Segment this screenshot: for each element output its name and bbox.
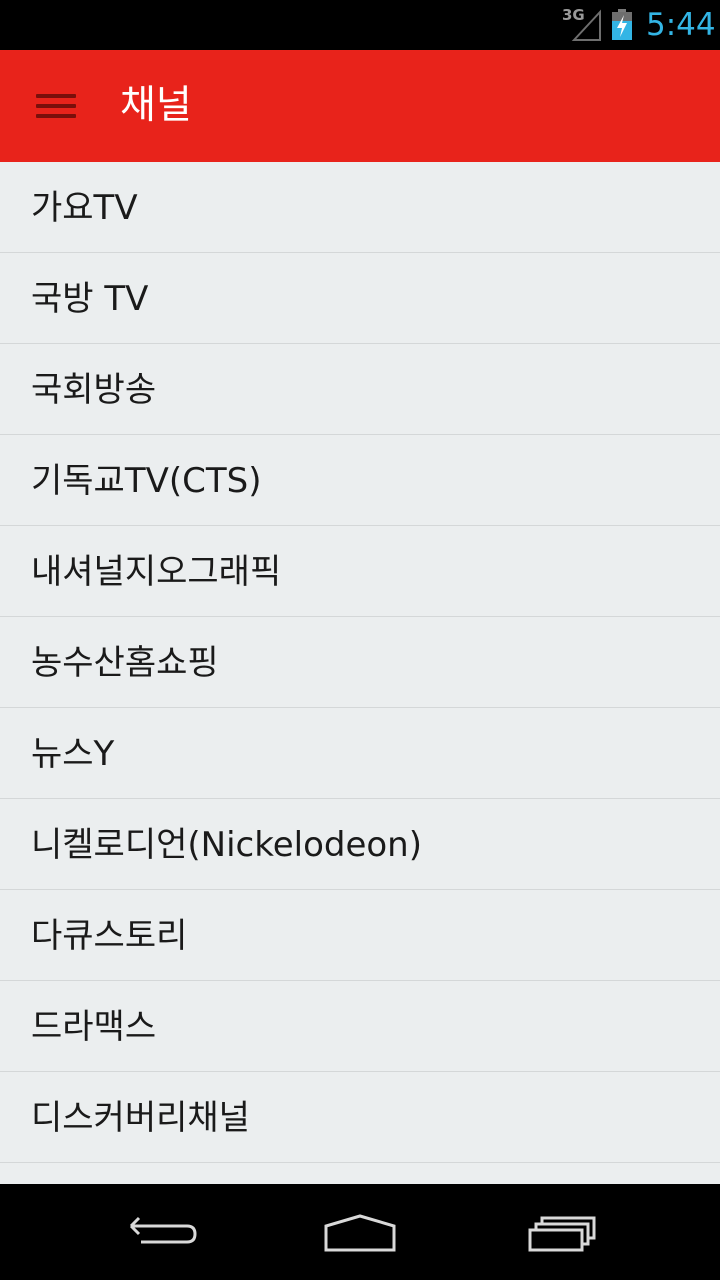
status-bar: 3G 5:44: [0, 0, 720, 50]
channel-list: 가요TV 국방 TV 국회방송 기독교TV(CTS) 내셔널지오그래픽 농수산홈…: [0, 162, 720, 1184]
channel-label: 내셔널지오그래픽: [31, 552, 282, 592]
home-icon[interactable]: [315, 1204, 405, 1260]
channel-label: 디스커버리채널: [31, 1098, 250, 1138]
list-item-channel[interactable]: 기독교TV(CTS): [0, 435, 720, 526]
app-bar: 채널: [0, 50, 720, 162]
page-title: 채널: [120, 83, 192, 128]
channel-label: 가요TV: [31, 188, 138, 228]
screen: 3G 5:44 채널 가요TV 국방 TV 국회방송 기독교TV(CTS) 내셔…: [0, 0, 720, 1280]
battery-charging-icon: [611, 9, 633, 41]
channel-label: 국회방송: [31, 370, 157, 410]
status-clock: 5:44: [646, 7, 716, 43]
list-item-channel[interactable]: 국방 TV: [0, 253, 720, 344]
hamburger-menu-icon[interactable]: [22, 78, 90, 134]
list-item-channel[interactable]: 다큐스토리: [0, 890, 720, 981]
channel-label: 니켈로디언(Nickelodeon): [31, 825, 422, 865]
signal-icon: 3G: [562, 6, 602, 42]
menu-line: [36, 94, 76, 98]
navigation-bar: [0, 1184, 720, 1280]
list-item-channel[interactable]: 가요TV: [0, 162, 720, 253]
channel-label: 농수산홈쇼핑: [31, 643, 219, 683]
list-item-channel[interactable]: 디스커버리채널: [0, 1072, 720, 1163]
channel-label: 드라맥스: [31, 1007, 157, 1047]
list-item-channel[interactable]: 드라맥스: [0, 981, 720, 1072]
list-item-channel[interactable]: 내셔널지오그래픽: [0, 526, 720, 617]
menu-line: [36, 114, 76, 118]
channel-label: 뉴스Y: [31, 734, 115, 774]
list-item-channel[interactable]: 국회방송: [0, 344, 720, 435]
list-item-channel[interactable]: 뉴스Y: [0, 708, 720, 799]
channel-label: 기독교TV(CTS): [31, 461, 262, 501]
list-item-channel[interactable]: 농수산홈쇼핑: [0, 617, 720, 708]
menu-line: [36, 104, 76, 108]
list-item-channel[interactable]: 니켈로디언(Nickelodeon): [0, 799, 720, 890]
channel-label: 다큐스토리: [31, 916, 188, 956]
recent-apps-icon[interactable]: [518, 1204, 608, 1260]
back-icon[interactable]: [115, 1204, 205, 1260]
channel-label: 국방 TV: [31, 279, 149, 319]
